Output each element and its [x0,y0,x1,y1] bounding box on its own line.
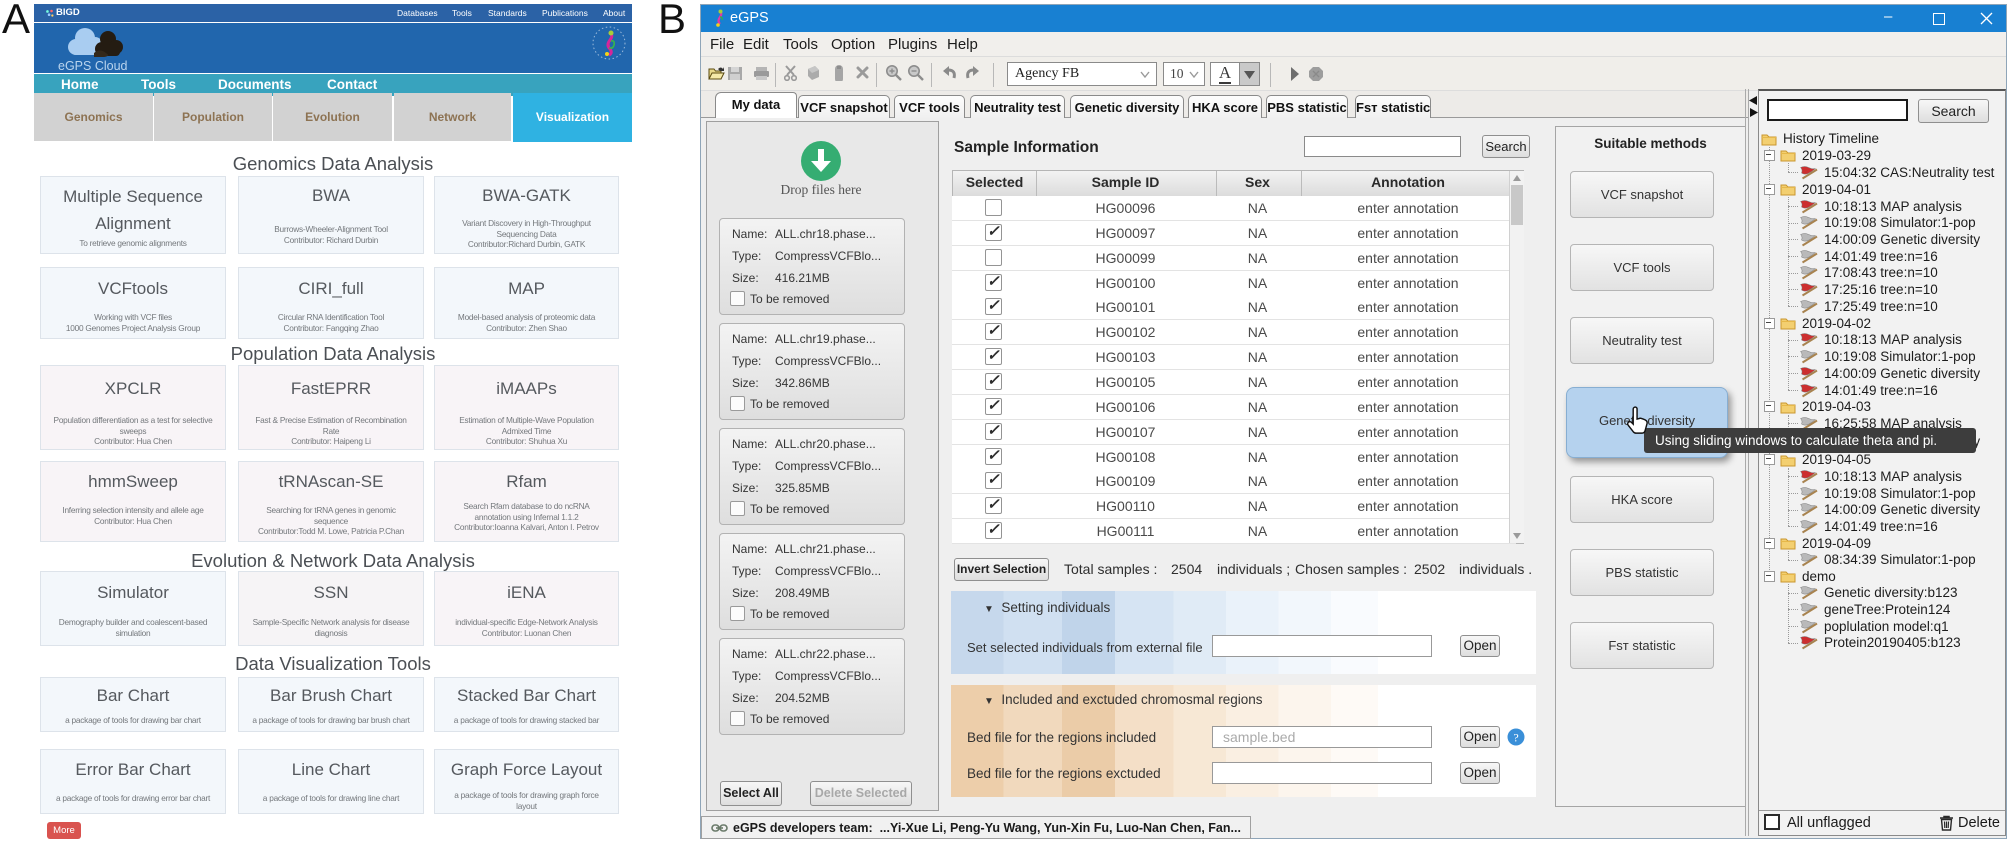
svg-text:?: ? [1513,731,1518,745]
